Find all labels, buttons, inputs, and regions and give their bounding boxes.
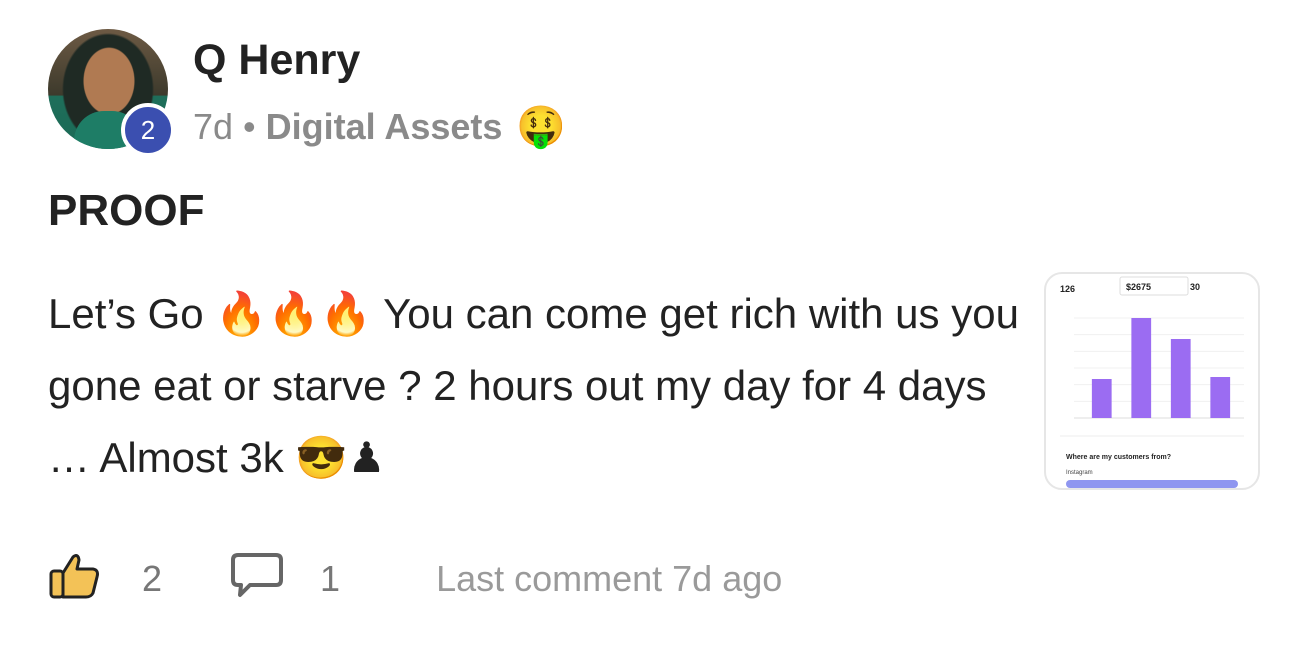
post-body[interactable]: Let’s Go 🔥🔥🔥 You can come get rich with … bbox=[48, 278, 1033, 494]
meta-separator: • bbox=[243, 105, 256, 147]
post-time: 7d bbox=[193, 105, 234, 147]
comment-count: 1 bbox=[320, 558, 341, 599]
level-badge: 2 bbox=[121, 103, 175, 157]
author-name[interactable]: Q Henry bbox=[193, 36, 360, 85]
chart-bar bbox=[1210, 377, 1231, 418]
source-label: Instagram bbox=[1066, 470, 1093, 476]
chart-bar bbox=[1091, 379, 1112, 418]
thumbs-up-icon[interactable] bbox=[48, 551, 102, 608]
post-title[interactable]: PROOF bbox=[48, 186, 204, 236]
source-bar bbox=[1066, 480, 1238, 488]
chart-bar bbox=[1170, 339, 1191, 418]
stat-1: 126 bbox=[1060, 284, 1075, 294]
like-count: 2 bbox=[142, 558, 163, 599]
money-face-icon: 🤑 bbox=[516, 105, 567, 149]
post-actions: 2 1 Last comment 7d ago bbox=[48, 551, 783, 608]
category-link[interactable]: Digital Assets bbox=[266, 106, 503, 148]
stat-3: 30 bbox=[1190, 282, 1200, 292]
stat-2: $2675 bbox=[1126, 282, 1151, 292]
post-image-thumbnail[interactable]: 126 $2675 30 Where are my customers from… bbox=[1044, 272, 1260, 490]
section-title: Where are my customers from? bbox=[1066, 454, 1171, 461]
chart-bar bbox=[1131, 318, 1152, 418]
post-meta: 7d • Digital Assets 🤑 bbox=[193, 103, 566, 150]
comment-bubble-icon[interactable] bbox=[230, 551, 284, 608]
last-comment-info: Last comment 7d ago bbox=[436, 558, 783, 599]
